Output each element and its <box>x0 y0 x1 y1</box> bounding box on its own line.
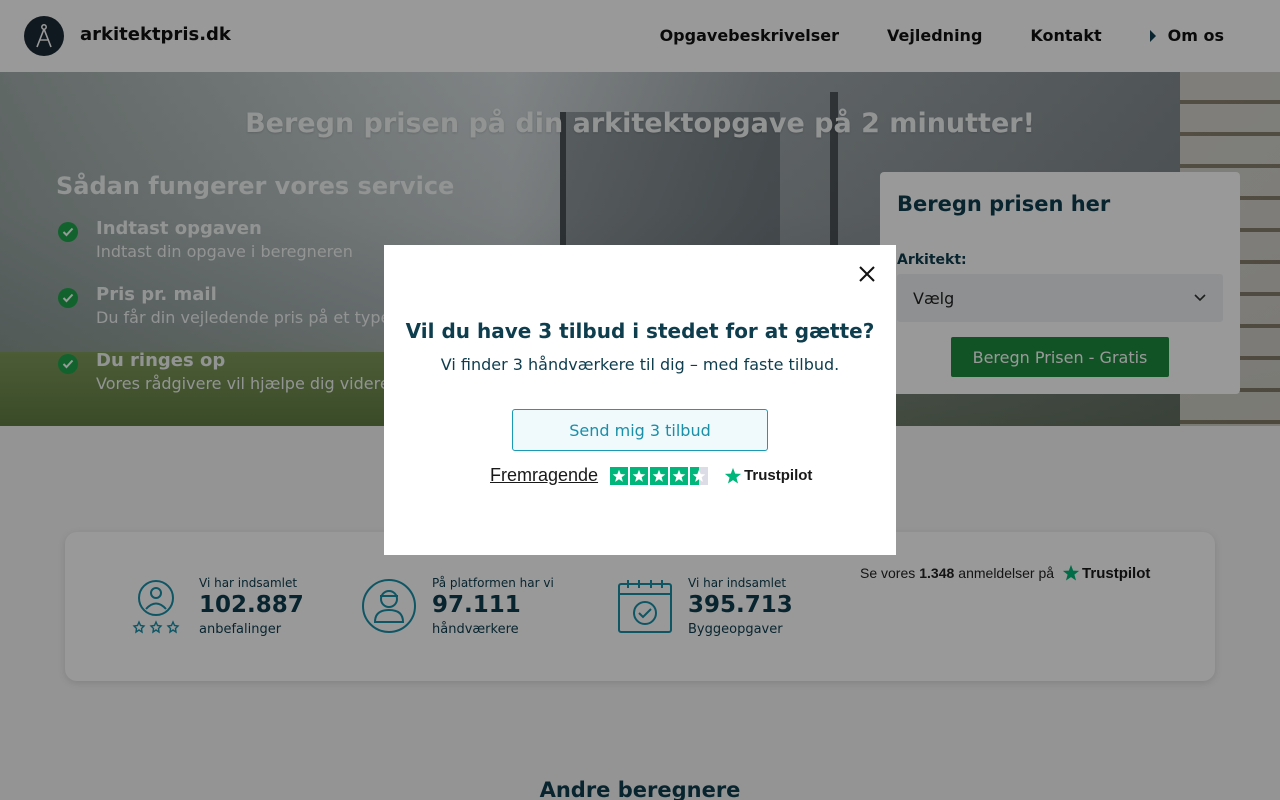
modal-subtitle: Vi finder 3 håndværkere til dig – med fa… <box>440 355 840 374</box>
trustpilot-widget[interactable]: Fremragende Trustpilot <box>490 465 812 486</box>
trustpilot-wordmark: Trustpilot <box>744 467 813 484</box>
modal-title: Vil du have 3 tilbud i stedet for at gæt… <box>405 319 875 343</box>
trustpilot-star-icon <box>724 467 742 484</box>
close-icon[interactable] <box>856 263 878 285</box>
half-star-icon <box>690 466 709 485</box>
star-icon <box>630 466 649 485</box>
rating-word: Fremragende <box>490 465 599 485</box>
star-icon <box>670 466 689 485</box>
trustpilot-stars <box>610 466 709 485</box>
star-icon <box>610 466 629 485</box>
star-icon <box>650 466 669 485</box>
offer-modal: Vil du have 3 tilbud i stedet for at gæt… <box>384 245 896 555</box>
trustpilot-logo: Trustpilot <box>724 467 812 485</box>
send-offers-button[interactable]: Send mig 3 tilbud <box>512 409 768 451</box>
